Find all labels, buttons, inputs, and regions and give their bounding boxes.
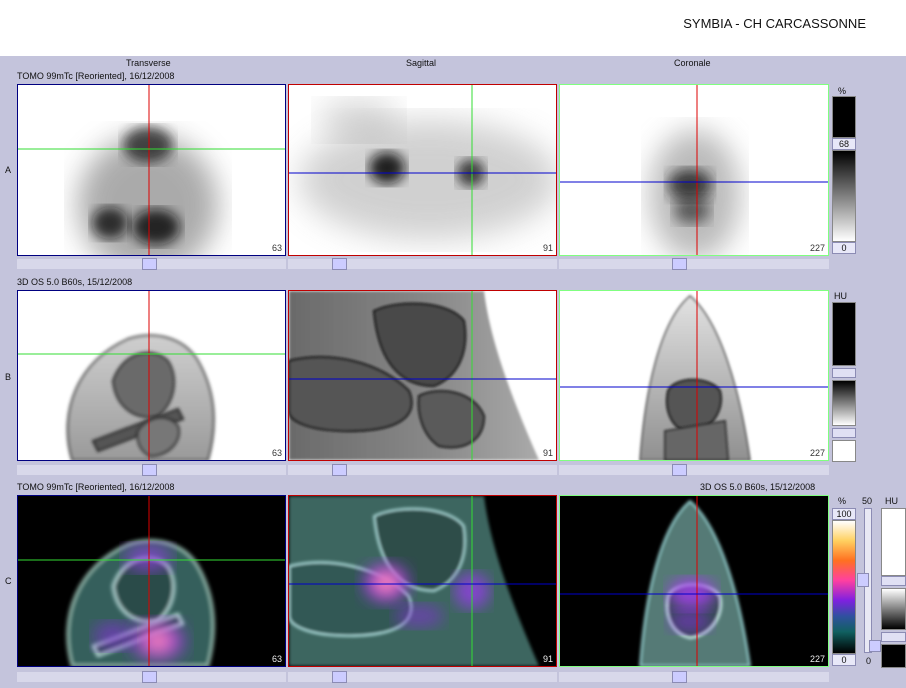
fused-transverse-image — [18, 496, 285, 666]
viewport-b-coronal[interactable]: 227 — [559, 290, 829, 461]
viewport-a-sagittal[interactable]: 91 — [288, 84, 557, 256]
slider-thumb-b-coronal[interactable] — [672, 464, 687, 476]
scale-c-gray-upper-handle[interactable] — [881, 576, 906, 586]
row-b-series-info: 3D OS 5.0 B60s, 15/12/2008 — [17, 277, 133, 287]
scale-b-unit: HU — [834, 291, 847, 301]
slice-number: 91 — [542, 654, 553, 664]
scale-b-upper-handle[interactable] — [832, 368, 856, 378]
nm-coronal-image — [560, 85, 828, 255]
row-letter-c: C — [5, 576, 12, 586]
slider-thumb-a-sagittal[interactable] — [332, 258, 347, 270]
scale-a-gradient — [832, 150, 856, 242]
scale-a-unit: % — [838, 86, 847, 96]
slider-thumb-a-coronal[interactable] — [672, 258, 687, 270]
scale-a-max-value[interactable]: 68 — [832, 138, 856, 150]
scale-c-gray-unit: HU — [885, 496, 898, 506]
row-letter-a: A — [5, 165, 12, 175]
scale-c-gray-top-white — [881, 508, 906, 576]
scale-c-color-min-value[interactable]: 0 — [832, 654, 856, 666]
viewport-c-coronal[interactable]: 227 — [559, 495, 829, 667]
slider-track-a-sagittal[interactable] — [288, 259, 557, 269]
slice-number: 91 — [542, 448, 553, 458]
slice-number: 227 — [809, 654, 825, 664]
scale-a-min-value[interactable]: 0 — [832, 242, 856, 254]
slider-thumb-b-sagittal[interactable] — [332, 464, 347, 476]
row-letter-b: B — [5, 372, 12, 382]
scale-c-color-gradient — [832, 520, 856, 654]
scale-c-gray-gradient — [881, 588, 906, 630]
nm-transverse-image — [18, 85, 285, 255]
scale-a-top-black — [832, 96, 856, 138]
viewport-b-transverse[interactable]: 63 — [17, 290, 286, 461]
row-c-series-info: TOMO 99mTc [Reoriented], 16/12/2008 — [17, 482, 175, 492]
slider-thumb-c-transverse[interactable] — [142, 671, 157, 683]
ct-sagittal-image — [289, 291, 556, 460]
scale-c-color-max-value[interactable]: 100 — [832, 508, 856, 520]
slice-number: 227 — [809, 448, 825, 458]
scale-b-bottom-white — [832, 440, 856, 462]
slider-thumb-b-transverse[interactable] — [142, 464, 157, 476]
slice-number: 63 — [271, 243, 282, 253]
viewport-c-transverse[interactable]: 63 — [17, 495, 286, 667]
slider-track-b-sagittal[interactable] — [288, 465, 557, 475]
blend-slider-thumb[interactable] — [857, 573, 869, 587]
viewport-c-sagittal[interactable]: 91 — [288, 495, 557, 667]
slider-track-b-coronal[interactable] — [559, 465, 829, 475]
scale-b-lower-handle[interactable] — [832, 428, 856, 438]
row-a-series-info: TOMO 99mTc [Reoriented], 16/12/2008 — [17, 71, 175, 81]
slider-track-a-coronal[interactable] — [559, 259, 829, 269]
blend-slider-min-label: 0 — [866, 656, 872, 666]
scale-b-gradient — [832, 380, 856, 426]
column-label-transverse: Transverse — [126, 58, 171, 68]
slider-thumb-a-transverse[interactable] — [142, 258, 157, 270]
fused-coronal-image — [560, 496, 828, 666]
slice-number: 227 — [809, 243, 825, 253]
blend-slider-max-label: 50 — [862, 496, 873, 506]
slice-number: 63 — [271, 448, 282, 458]
scale-c-gray-lower-handle[interactable] — [881, 632, 906, 642]
slice-number: 91 — [542, 243, 553, 253]
viewport-a-coronal[interactable]: 227 — [559, 84, 829, 256]
fused-sagittal-image — [289, 496, 556, 666]
row-c-series-info-right: 3D OS 5.0 B60s, 15/12/2008 — [700, 482, 816, 492]
slider-thumb-c-coronal[interactable] — [672, 671, 687, 683]
column-label-sagittal: Sagittal — [406, 58, 437, 68]
column-label-coronal: Coronale — [674, 58, 711, 68]
app-header: SYMBIA - CH CARCASSONNE — [0, 0, 906, 56]
slice-number: 63 — [271, 654, 282, 664]
ct-coronal-image — [560, 291, 828, 460]
header-title: SYMBIA - CH CARCASSONNE — [683, 16, 866, 31]
ct-transverse-image — [18, 291, 285, 460]
scale-b-top-black — [832, 302, 856, 366]
slider-track-c-sagittal[interactable] — [288, 672, 557, 682]
scale-c-color-unit: % — [838, 496, 847, 506]
scale-c-gray-bottom-black — [881, 644, 906, 668]
blend-slider-lower-thumb[interactable] — [869, 640, 881, 652]
slider-track-c-coronal[interactable] — [559, 672, 829, 682]
nm-sagittal-image — [289, 85, 556, 255]
viewport-a-transverse[interactable]: 63 — [17, 84, 286, 256]
slider-thumb-c-sagittal[interactable] — [332, 671, 347, 683]
viewport-b-sagittal[interactable]: 91 — [288, 290, 557, 461]
